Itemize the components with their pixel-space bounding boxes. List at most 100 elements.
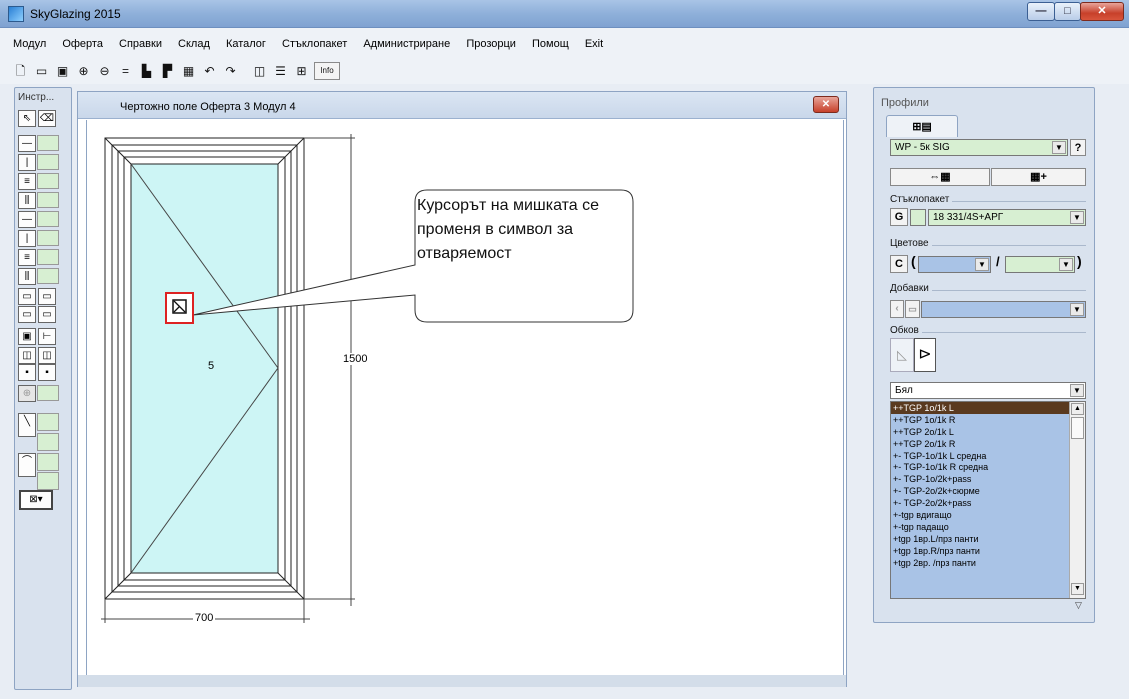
sash-fixed-tool-icon[interactable]: ▪ xyxy=(38,364,56,381)
arc-tool-icon[interactable]: ╲ xyxy=(18,413,36,437)
menu-help[interactable]: Помощ xyxy=(532,38,569,50)
multi-mullion-v-tool-icon[interactable]: ⫼ xyxy=(18,268,36,285)
tool-field[interactable] xyxy=(37,413,59,431)
extras-icon[interactable]: ▭ xyxy=(905,300,920,318)
maximize-button[interactable]: □ xyxy=(1054,2,1081,21)
minimize-button[interactable]: — xyxy=(1027,2,1055,21)
save-icon[interactable]: ▣ xyxy=(54,62,71,80)
list-scrollbar[interactable]: ▲ ▼ xyxy=(1069,402,1085,598)
menu-reports[interactable]: Справки xyxy=(119,38,162,50)
tool-field[interactable] xyxy=(37,433,59,451)
profile-tab-icon[interactable]: ⊞▤ xyxy=(886,115,958,137)
dimension-icon[interactable]: ▦ xyxy=(180,62,197,80)
align-top-icon[interactable]: ▛ xyxy=(159,62,176,80)
rows-icon[interactable]: ☰ xyxy=(272,62,289,80)
hardware-inactive-icon[interactable]: ◺ xyxy=(890,338,914,372)
chevron-left-icon[interactable]: ‹ xyxy=(890,300,904,318)
color-inside-select[interactable]: ▼ xyxy=(1005,256,1075,273)
frame-tool-icon[interactable]: ▭ xyxy=(38,288,56,305)
list-item[interactable]: +tgp 1вр.L/прз панти xyxy=(891,533,1085,545)
menu-catalog[interactable]: Каталог xyxy=(226,38,266,50)
tool-field[interactable] xyxy=(37,211,59,227)
tool-field[interactable] xyxy=(37,230,59,246)
handle-tool-icon[interactable]: ⊢ xyxy=(38,328,56,345)
list-item[interactable]: ++TGP 2o/1k L xyxy=(891,426,1085,438)
profile-select[interactable]: WP - 5к SIG ▼ xyxy=(890,139,1068,156)
colors-button[interactable]: C xyxy=(890,255,908,273)
list-item[interactable]: +- TGP-1o/2k+pass xyxy=(891,473,1085,485)
horizontal-bar-tool-icon[interactable]: — xyxy=(18,135,36,152)
glass-unit-select[interactable]: 18 331/4S+АРГ ▼ xyxy=(928,209,1086,226)
list-item[interactable]: +-tgp вдигащо xyxy=(891,509,1085,521)
hardware-active-icon[interactable]: ⊳ xyxy=(914,338,936,372)
scroll-thumb[interactable] xyxy=(1071,417,1084,439)
open-folder-icon[interactable]: ▭ xyxy=(33,62,50,80)
tool-field[interactable] xyxy=(37,472,59,490)
menu-warehouse[interactable]: Склад xyxy=(178,38,210,50)
list-item[interactable]: ++TGP 1o/1k R xyxy=(891,414,1085,426)
opening-symbol-dropdown[interactable]: ⊠▾ xyxy=(19,490,53,510)
drawing-close-button[interactable]: ✕ xyxy=(813,96,839,113)
vertical-bar-tool-icon[interactable]: | xyxy=(18,154,36,171)
zoom-in-icon[interactable]: ⊕ xyxy=(75,62,92,80)
sash-fixed-tool-icon[interactable]: ▪ xyxy=(18,364,36,381)
frame-tool-icon[interactable]: ▭ xyxy=(18,288,36,305)
tool-field[interactable] xyxy=(37,453,59,471)
glass-color-swatch[interactable] xyxy=(910,209,926,226)
grid-icon[interactable]: ⊞ xyxy=(293,62,310,80)
drawing-canvas[interactable]: 5 1500 700 Курсорът на мишката се промен… xyxy=(86,120,844,675)
profile-add-icon[interactable]: ▦+ xyxy=(991,168,1086,186)
list-item[interactable]: +- TGP-2o/2k+pass xyxy=(891,497,1085,509)
color-outside-select[interactable]: ▼ xyxy=(918,256,991,273)
extras-select[interactable]: ▼ xyxy=(921,301,1086,318)
list-item[interactable]: ++TGP 1o/1k L xyxy=(891,402,1085,414)
list-item[interactable]: ++TGP 2o/1k R xyxy=(891,438,1085,450)
profile-remove-icon[interactable]: ⇔▦ xyxy=(890,168,990,186)
tool-field[interactable] xyxy=(37,192,59,208)
multi-horizontal-tool-icon[interactable]: ≡ xyxy=(18,173,36,190)
glass-button[interactable]: G xyxy=(890,208,908,226)
list-item[interactable]: +- TGP-1o/1k L средна xyxy=(891,450,1085,462)
arc-tool-icon[interactable]: ⌒ xyxy=(18,453,36,477)
tool-field[interactable] xyxy=(37,173,59,189)
menu-module[interactable]: Модул xyxy=(13,38,46,50)
sash-split-tool-icon[interactable]: ◫ xyxy=(38,347,56,364)
frame-tool-icon[interactable]: ▭ xyxy=(38,306,56,323)
menu-windows[interactable]: Прозорци xyxy=(466,38,516,50)
columns-icon[interactable]: ◫ xyxy=(251,62,268,80)
scroll-down-icon[interactable]: ▼ xyxy=(1071,583,1084,595)
tool-field[interactable] xyxy=(37,385,59,401)
sash-tool-icon[interactable]: ▣ xyxy=(18,328,36,345)
menu-administration[interactable]: Администриране xyxy=(363,38,450,50)
list-item[interactable]: +- TGP-1o/1k R средна xyxy=(891,461,1085,473)
list-item[interactable]: +-tgp падащо xyxy=(891,521,1085,533)
tool-field[interactable] xyxy=(37,249,59,265)
hardware-list[interactable]: ++TGP 1o/1k L ++TGP 1o/1k R ++TGP 2o/1k … xyxy=(890,401,1086,599)
tool-field[interactable] xyxy=(37,268,59,284)
expand-down-icon[interactable]: ▽ xyxy=(1075,600,1082,611)
help-button[interactable]: ? xyxy=(1070,139,1086,156)
close-button[interactable]: ✕ xyxy=(1080,2,1124,21)
multi-vertical-tool-icon[interactable]: ⫼ xyxy=(18,192,36,209)
equal-icon[interactable]: = xyxy=(117,62,134,80)
sash-split-tool-icon[interactable]: ◫ xyxy=(18,347,36,364)
eraser-tool-icon[interactable]: ⌫ xyxy=(38,110,56,127)
new-file-icon[interactable]: 🗋 xyxy=(12,62,29,80)
undo-icon[interactable]: ↶ xyxy=(201,62,218,80)
list-item[interactable]: +tgp 1вр.R/прз панти xyxy=(891,545,1085,557)
scroll-up-icon[interactable]: ▲ xyxy=(1071,403,1084,415)
vertical-mullion-tool-icon[interactable]: | xyxy=(18,230,36,247)
menu-glass-unit[interactable]: Стъклопакет xyxy=(282,38,347,50)
info-button[interactable]: Info xyxy=(314,62,340,80)
multi-mullion-h-tool-icon[interactable]: ≡ xyxy=(18,249,36,266)
menu-offer[interactable]: Оферта xyxy=(62,38,103,50)
pointer-tool-icon[interactable]: ⇖ xyxy=(18,110,36,127)
tool-field[interactable] xyxy=(37,135,59,151)
frame-tool-icon[interactable]: ▭ xyxy=(18,306,36,323)
list-item[interactable]: +- TGP-2o/2k+сюрме xyxy=(891,485,1085,497)
zoom-out-icon[interactable]: ⊖ xyxy=(96,62,113,80)
menu-exit[interactable]: Exit xyxy=(585,38,603,50)
tool-field[interactable] xyxy=(37,154,59,170)
redo-icon[interactable]: ↷ xyxy=(222,62,239,80)
hardware-color-select[interactable]: Бял ▼ xyxy=(890,382,1086,399)
